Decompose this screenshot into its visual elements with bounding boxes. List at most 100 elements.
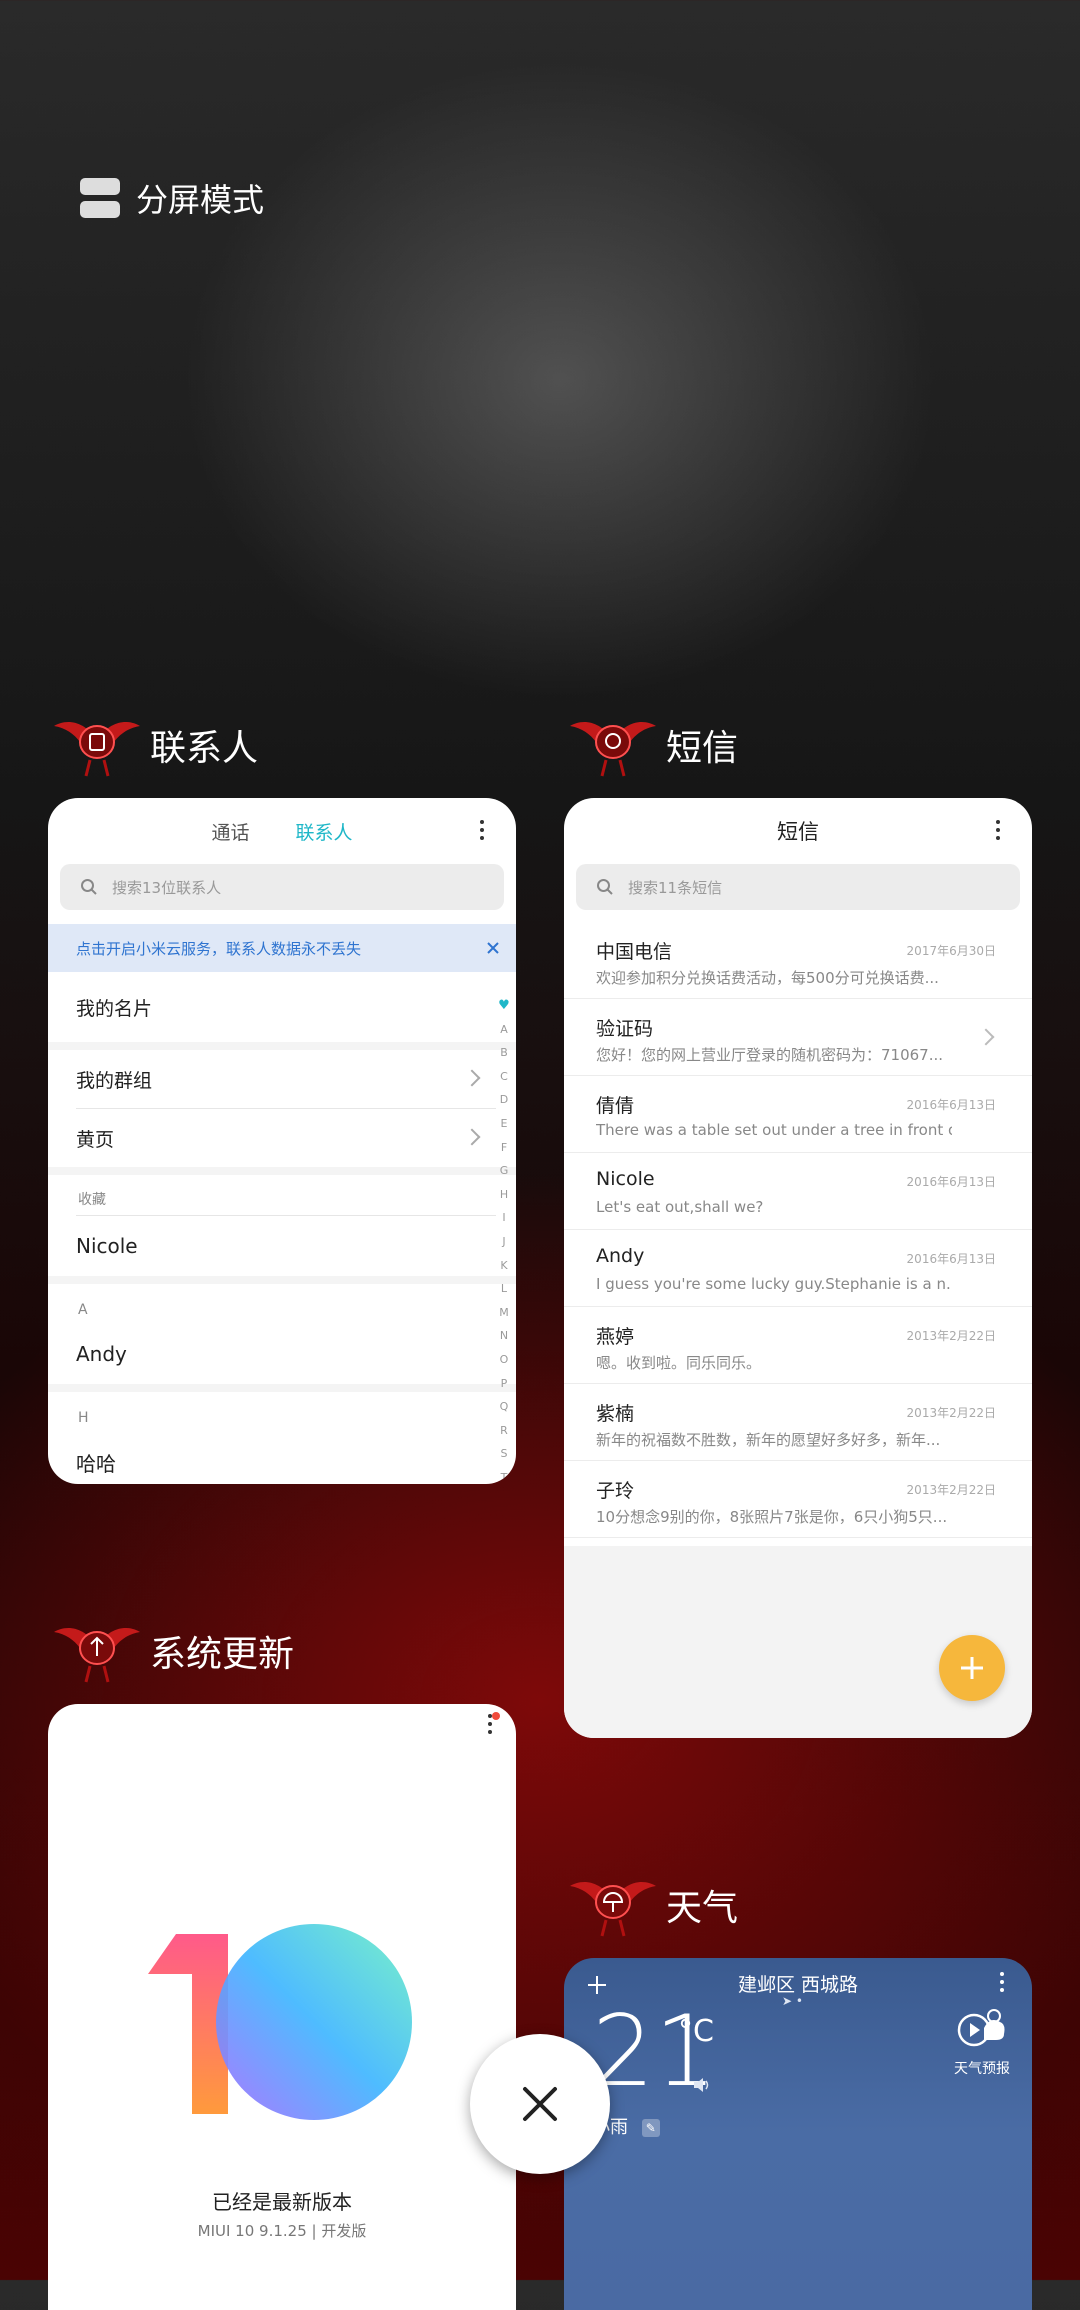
message-row[interactable]: Andy 2016年6月13日 I guess you're some luck… — [564, 1230, 1032, 1307]
update-app-header[interactable]: 系统更新 — [52, 1616, 294, 1686]
message-date: 2017年6月30日 — [906, 944, 996, 958]
search-icon — [597, 879, 613, 895]
section-header-h: H — [78, 1410, 89, 1426]
message-preview: 您好！您的网上营业厅登录的随机密码为：71067... — [596, 1046, 944, 1064]
message-date: 2016年6月13日 — [906, 1175, 996, 1189]
yellow-pages-label: 黄页 — [76, 1128, 115, 1151]
alpha-index-letter[interactable]: L — [501, 1277, 507, 1301]
sms-app-header[interactable]: 短信 — [568, 710, 738, 780]
tab-calls[interactable]: 通话 — [211, 818, 249, 845]
alpha-index-letter[interactable]: S — [501, 1442, 508, 1466]
my-groups-row[interactable]: 我的群组 — [48, 1050, 516, 1108]
more-options-icon[interactable] — [1000, 1972, 1006, 1992]
contact-row-favorite[interactable]: Nicole — [48, 1216, 516, 1276]
sms-app-title: 短信 — [666, 728, 739, 769]
weather-app-header[interactable]: 天气 — [568, 1870, 738, 1940]
more-options-icon[interactable] — [996, 820, 1002, 840]
weather-app-title: 天气 — [666, 1888, 739, 1929]
alpha-index-letter[interactable]: T — [501, 1466, 508, 1484]
message-sender: 验证码 — [596, 1018, 654, 1040]
message-row[interactable]: 子玲 2013年2月22日 10分想念9别的你，8张照片7张是你，6只小狗5只.… — [564, 1461, 1032, 1538]
alpha-index-letter[interactable]: M — [499, 1301, 509, 1325]
close-icon[interactable] — [486, 941, 500, 955]
contacts-app-header[interactable]: 联系人 — [52, 710, 258, 780]
message-date: 2016年6月13日 — [906, 1252, 996, 1266]
message-row[interactable]: 倩倩 2016年6月13日 There was a table set out … — [564, 1076, 1032, 1153]
miui-10-logo-icon — [148, 1924, 412, 2120]
alpha-index-letter[interactable]: N — [500, 1324, 508, 1348]
alpha-index-letter[interactable]: J — [502, 1230, 505, 1254]
yellow-pages-row[interactable]: 黄页 — [48, 1109, 516, 1167]
my-card-row[interactable]: 我的名片 — [48, 972, 516, 1042]
sms-toolbar: 短信 — [564, 798, 1032, 864]
alpha-index-letter[interactable]: R — [500, 1419, 508, 1443]
message-preview: 10分想念9别的你，8张照片7张是你，6只小狗5只... — [596, 1508, 948, 1526]
alpha-index-letter[interactable]: E — [501, 1112, 508, 1136]
section-header-favorites: 收藏 — [78, 1192, 106, 1208]
weather-card[interactable]: 建邺区 西城路 ➤ • 21 °C 小雨 ✎ 天气预报 — [564, 1958, 1032, 2310]
message-preview: I guess you're some lucky guy.Stephanie … — [596, 1275, 952, 1293]
split-screen-label: 分屏模式 — [136, 181, 265, 219]
sms-search-placeholder: 搜索11条短信 — [628, 878, 723, 897]
new-message-button[interactable] — [939, 1635, 1005, 1701]
alpha-index-letter[interactable]: D — [500, 1088, 508, 1112]
alpha-index-letter[interactable]: Q — [500, 1395, 509, 1419]
sms-search-input[interactable]: 搜索11条短信 — [576, 864, 1020, 910]
split-screen-button[interactable]: 分屏模式 — [80, 170, 264, 226]
message-preview: 欢迎参加积分兑换话费活动，每500分可兑换话费... — [596, 969, 939, 987]
alpha-index-letter[interactable]: C — [500, 1065, 508, 1089]
message-row[interactable]: 中国电信 2017年6月30日 欢迎参加积分兑换话费活动，每500分可兑换话费.… — [564, 922, 1032, 999]
update-version-text: MIUI 10 9.1.25 | 开发版 — [197, 2222, 367, 2240]
divider — [48, 1042, 516, 1050]
sms-app-icon — [570, 721, 656, 777]
contact-row-haha[interactable]: 哈哈 — [48, 1432, 516, 1484]
tab-contacts[interactable]: 联系人 — [296, 818, 353, 845]
alpha-index-letter[interactable]: A — [500, 1018, 508, 1042]
contacts-search-input[interactable]: 搜索13位联系人 — [60, 864, 504, 910]
forecast-label[interactable]: 天气预报 — [954, 2058, 1010, 2078]
message-sender: Andy — [596, 1245, 645, 1267]
cloud-sync-banner[interactable]: 点击开启小米云服务，联系人数据永不丢失 — [48, 924, 516, 972]
weather-unit: °C — [678, 2014, 714, 2049]
alpha-index-letter[interactable]: G — [500, 1159, 509, 1183]
alpha-index-letter[interactable]: F — [501, 1136, 507, 1160]
cloud-sync-banner-text: 点击开启小米云服务，联系人数据永不丢失 — [76, 939, 362, 958]
message-sender: 紫楠 — [596, 1403, 635, 1425]
alpha-index-letter[interactable]: I — [502, 1206, 505, 1230]
contacts-app-icon — [54, 721, 140, 777]
message-row[interactable]: 验证码 您好！您的网上营业厅登录的随机密码为：71067... — [564, 999, 1032, 1076]
update-card[interactable]: 已经是最新版本 MIUI 10 9.1.25 | 开发版 — [48, 1704, 516, 2310]
alpha-index-letter[interactable]: K — [500, 1254, 507, 1278]
split-screen-icon — [80, 178, 120, 218]
speaker-icon[interactable] — [692, 2076, 712, 2094]
edit-icon[interactable]: ✎ — [641, 2119, 660, 2137]
message-row[interactable]: 燕婷 2013年2月22日 嗯。收到啦。同乐同乐。 — [564, 1307, 1032, 1384]
message-preview: Let's eat out,shall we? — [596, 1198, 764, 1216]
alphabet-index[interactable]: ♥ A B C D E F G H I J K L M N O P Q R S … — [496, 994, 512, 1484]
contacts-search-placeholder: 搜索13位联系人 — [112, 878, 222, 897]
chevron-right-icon — [463, 1069, 481, 1087]
alpha-index-letter[interactable]: O — [500, 1348, 509, 1372]
message-sender: 燕婷 — [596, 1326, 635, 1348]
contact-row-andy[interactable]: Andy — [48, 1324, 516, 1384]
alpha-index-letter[interactable]: B — [500, 1041, 508, 1065]
location-arrow-icon: ➤ • — [782, 1994, 803, 2008]
message-date: 2013年2月22日 — [906, 1483, 996, 1497]
message-date: 2013年2月22日 — [906, 1406, 996, 1420]
section-header-a: A — [78, 1302, 88, 1318]
alpha-index-letter[interactable]: H — [500, 1183, 508, 1207]
favorites-heart-icon[interactable]: ♥ — [498, 994, 510, 1018]
contacts-card[interactable]: 通话 联系人 搜索13位联系人 点击开启小米云服务，联系人数据永不丢失 我的名片… — [48, 798, 516, 1484]
sms-card[interactable]: 短信 搜索11条短信 中国电信 2017年6月30日 欢迎参加积分兑换话费活动，… — [564, 798, 1032, 1738]
empty-area — [564, 1546, 1032, 1738]
message-preview: 嗯。收到啦。同乐同乐。 — [596, 1354, 762, 1372]
message-row[interactable]: 紫楠 2013年2月22日 新年的祝福数不胜数，新年的愿望好多好多，新年... — [564, 1384, 1032, 1461]
clear-all-button[interactable] — [470, 2034, 610, 2174]
message-row[interactable]: Nicole 2016年6月13日 Let's eat out,shall we… — [564, 1153, 1032, 1230]
forecast-video-icon[interactable] — [954, 2006, 1006, 2050]
message-list: 中国电信 2017年6月30日 欢迎参加积分兑换话费活动，每500分可兑换话费.… — [564, 922, 1032, 1538]
alpha-index-letter[interactable]: P — [501, 1372, 508, 1396]
sms-header-title: 短信 — [777, 820, 819, 844]
more-options-icon[interactable] — [480, 820, 486, 840]
contacts-tab-bar: 通话 联系人 — [48, 798, 516, 864]
